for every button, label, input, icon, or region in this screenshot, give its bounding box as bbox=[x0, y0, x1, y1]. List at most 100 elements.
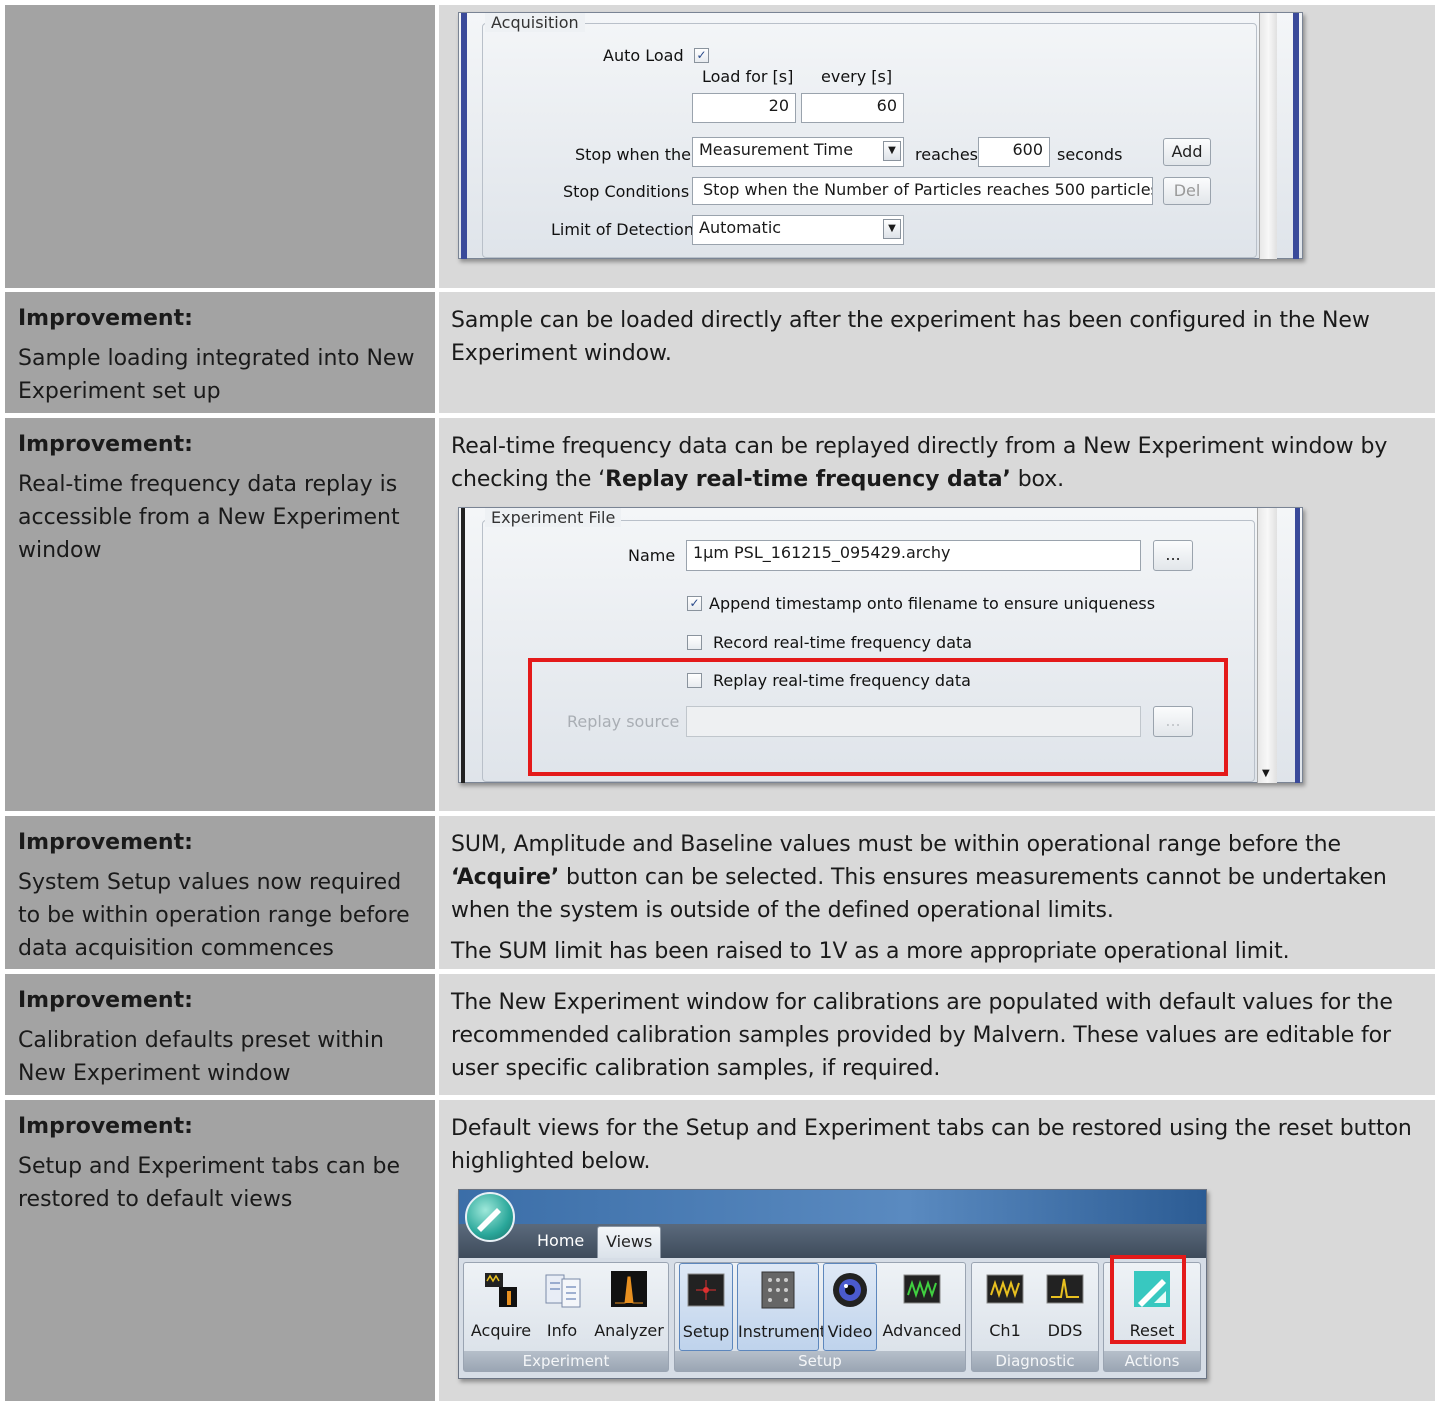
acquisition-window: Acquisition Auto Load ✓ Load for [s] eve… bbox=[458, 12, 1303, 259]
row2-paragraph: Sample can be loaded directly after the … bbox=[451, 308, 1370, 366]
row4-right: SUM, Amplitude and Baseline values must … bbox=[439, 816, 1435, 969]
load-for-input[interactable]: 20 bbox=[692, 93, 796, 123]
ribbon-group-setup: Setup Instrument Video Advanced Setup bbox=[674, 1262, 966, 1372]
row1-left bbox=[5, 5, 435, 288]
ribbon-group-diagnostic: Ch1 DDS Diagnostic bbox=[971, 1262, 1099, 1372]
row5-heading: Improvement: bbox=[18, 988, 193, 1013]
ribbon-titlebar bbox=[459, 1190, 1206, 1224]
reaches-label: reaches bbox=[915, 145, 978, 164]
video-button[interactable]: Video bbox=[823, 1263, 877, 1351]
chevron-down-icon: ▼ bbox=[883, 219, 901, 239]
analyzer-label: Analyzer bbox=[594, 1321, 664, 1340]
diagnostic-group-label: Diagnostic bbox=[972, 1351, 1098, 1371]
row4-paragraph-2: The SUM limit has been raised to 1V as a… bbox=[451, 939, 1290, 964]
lod-value: Automatic bbox=[699, 218, 782, 237]
dds-label: DDS bbox=[1047, 1321, 1083, 1340]
row2-description: Sample loading integrated into New Exper… bbox=[18, 346, 415, 404]
stop-when-label: Stop when the bbox=[575, 145, 692, 164]
advanced-icon bbox=[903, 1274, 941, 1304]
stop-when-dropdown[interactable]: Measurement Time ▼ bbox=[692, 137, 904, 167]
acquire-label: Acquire bbox=[470, 1321, 532, 1340]
highlight-box bbox=[528, 658, 1228, 776]
acquire-icon bbox=[485, 1273, 517, 1307]
row6-heading: Improvement: bbox=[18, 1114, 193, 1139]
stop-when-value: Measurement Time bbox=[699, 140, 854, 159]
stop-conditions-list[interactable]: Stop when the Number of Particles reache… bbox=[692, 177, 1153, 205]
row4-heading: Improvement: bbox=[18, 830, 193, 855]
info-button[interactable]: Info bbox=[536, 1263, 588, 1351]
reset-highlight-box bbox=[1110, 1255, 1186, 1344]
tab-views[interactable]: Views bbox=[597, 1226, 662, 1258]
row5-right: The New Experiment window for calibratio… bbox=[439, 974, 1435, 1095]
setup-label: Setup bbox=[682, 1322, 730, 1341]
row6-paragraph: Default views for the Setup and Experime… bbox=[451, 1116, 1412, 1174]
row5-left: Improvement: Calibration defaults preset… bbox=[5, 974, 435, 1095]
experiment-group-label: Experiment bbox=[464, 1351, 668, 1371]
stop-conditions-label: Stop Conditions bbox=[563, 182, 690, 201]
every-label: every [s] bbox=[821, 67, 893, 86]
scrollbar[interactable]: ▼ bbox=[1257, 508, 1277, 783]
every-input[interactable]: 60 bbox=[801, 93, 904, 123]
actions-group-label: Actions bbox=[1104, 1351, 1200, 1371]
dds-button[interactable]: DDS bbox=[1036, 1263, 1094, 1351]
experiment-file-group-title: Experiment File bbox=[485, 508, 622, 527]
advanced-label: Advanced bbox=[882, 1321, 962, 1340]
scrollbar[interactable] bbox=[1259, 13, 1277, 259]
lod-label: Limit of Detection bbox=[551, 220, 694, 239]
ribbon: Home Views Acquire Info Analyzer Experim… bbox=[458, 1189, 1207, 1379]
load-for-label: Load for [s] bbox=[702, 67, 794, 86]
ch1-icon bbox=[986, 1274, 1024, 1304]
append-timestamp-label: Append timestamp onto filename to ensure… bbox=[709, 594, 1156, 613]
app-logo-icon[interactable] bbox=[465, 1192, 515, 1242]
row2-left: Improvement: Sample loading integrated i… bbox=[5, 292, 435, 413]
dds-icon bbox=[1046, 1274, 1084, 1304]
setup-button[interactable]: Setup bbox=[679, 1263, 733, 1351]
auto-load-label: Auto Load bbox=[603, 46, 684, 65]
row4-left: Improvement: System Setup values now req… bbox=[5, 816, 435, 969]
setup-group-label: Setup bbox=[675, 1351, 965, 1371]
ribbon-group-experiment: Acquire Info Analyzer Experiment bbox=[463, 1262, 669, 1372]
auto-load-checkbox[interactable]: ✓ bbox=[694, 48, 709, 63]
record-rtf-label: Record real-time frequency data bbox=[713, 633, 973, 652]
analyzer-button[interactable]: Analyzer bbox=[592, 1263, 666, 1351]
setup-icon bbox=[687, 1273, 725, 1307]
row3-left: Improvement: Real-time frequency data re… bbox=[5, 418, 435, 811]
row6-left: Improvement: Setup and Experiment tabs c… bbox=[5, 1100, 435, 1401]
add-button[interactable]: Add bbox=[1163, 138, 1211, 166]
instrument-label: Instrument bbox=[738, 1322, 827, 1341]
chevron-down-icon: ▼ bbox=[883, 141, 901, 161]
instrument-button[interactable]: Instrument bbox=[737, 1263, 827, 1351]
info-icon bbox=[545, 1274, 581, 1308]
acquire-button[interactable]: Acquire bbox=[468, 1263, 534, 1351]
lod-dropdown[interactable]: Automatic ▼ bbox=[692, 215, 904, 245]
analyzer-icon bbox=[611, 1271, 647, 1307]
ch1-button[interactable]: Ch1 bbox=[978, 1263, 1032, 1351]
row5-paragraph: The New Experiment window for calibratio… bbox=[451, 990, 1393, 1081]
advanced-button[interactable]: Advanced bbox=[881, 1263, 963, 1351]
seconds-label: seconds bbox=[1057, 145, 1123, 164]
append-timestamp-checkbox[interactable]: ✓ bbox=[687, 596, 702, 611]
scroll-down-icon[interactable]: ▼ bbox=[1262, 768, 1270, 779]
row4-description: System Setup values now required to be w… bbox=[18, 870, 410, 961]
row2-heading: Improvement: bbox=[18, 306, 193, 331]
video-label: Video bbox=[827, 1322, 873, 1341]
row4-paragraph: SUM, Amplitude and Baseline values must … bbox=[451, 832, 1387, 923]
row5-description: Calibration defaults preset within New E… bbox=[18, 1028, 384, 1086]
ch1-label: Ch1 bbox=[989, 1321, 1021, 1340]
name-label: Name bbox=[628, 546, 676, 565]
tab-home[interactable]: Home bbox=[529, 1226, 592, 1258]
record-rtf-checkbox[interactable] bbox=[687, 635, 702, 650]
info-label: Info bbox=[546, 1321, 578, 1340]
instrument-icon bbox=[761, 1271, 795, 1309]
acquisition-group-title: Acquisition bbox=[485, 13, 585, 32]
row3-description: Real-time frequency data replay is acces… bbox=[18, 472, 400, 563]
row6-description: Setup and Experiment tabs can be restore… bbox=[18, 1154, 401, 1212]
row2-right: Sample can be loaded directly after the … bbox=[439, 292, 1435, 413]
name-input[interactable]: 1µm PSL_161215_095429.archy bbox=[686, 540, 1141, 571]
del-button[interactable]: Del bbox=[1163, 177, 1211, 205]
browse-button[interactable]: ... bbox=[1153, 540, 1193, 571]
reaches-input[interactable]: 600 bbox=[978, 137, 1050, 167]
row3-heading: Improvement: bbox=[18, 432, 193, 457]
video-icon bbox=[833, 1273, 867, 1307]
row3-paragraph: Real-time frequency data can be replayed… bbox=[451, 434, 1388, 492]
